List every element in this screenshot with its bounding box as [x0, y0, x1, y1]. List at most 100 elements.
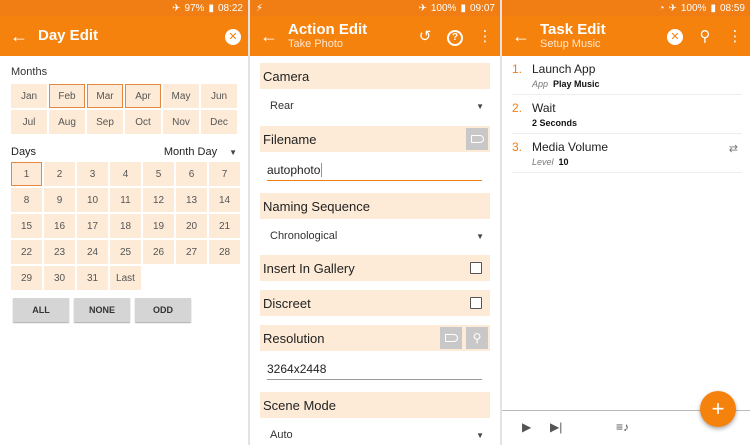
cancel-button[interactable]: ✕ [218, 27, 248, 45]
insert-gallery-label: Insert In Gallery [263, 260, 355, 276]
status-bar: ◔ ✈ 100% ▮ 08:59 [502, 0, 750, 16]
day-toggle[interactable]: 3 [77, 162, 108, 186]
battery-percent: 97% [184, 2, 205, 14]
day-toggle[interactable]: 10 [77, 188, 108, 212]
task-edit-panel: ◔ ✈ 100% ▮ 08:59 ← Task Edit Setup Music… [502, 0, 750, 445]
day-toggle[interactable]: Last [110, 266, 141, 290]
day-toggle[interactable]: 23 [44, 240, 75, 264]
variables-button[interactable] [440, 327, 462, 349]
day-toggle[interactable]: 18 [110, 214, 141, 238]
day-toggle[interactable]: 25 [110, 240, 141, 264]
camera-spinner[interactable]: Rear ▼ [270, 95, 484, 117]
play-icon[interactable]: ▶ [522, 420, 531, 434]
help-button[interactable]: ? [440, 27, 470, 46]
day-toggle[interactable]: 13 [176, 188, 207, 212]
month-toggle[interactable]: Jan [11, 84, 47, 108]
day-toggle[interactable]: 1 [11, 162, 42, 186]
add-button[interactable]: + [700, 391, 736, 427]
months-grid: Jan Feb Mar Apr May Jun Jul Aug Sep Oct Nov Dec [0, 84, 248, 134]
month-toggle[interactable]: Aug [49, 110, 85, 134]
month-toggle[interactable]: May [163, 84, 199, 108]
cancel-button[interactable]: ✕ [660, 27, 690, 45]
month-toggle[interactable]: Feb [49, 84, 85, 108]
playlist-icon[interactable]: ≡♪ [616, 420, 629, 434]
step-icon[interactable]: ▶| [550, 420, 562, 434]
task-item[interactable]: 2. Wait 2 Seconds [512, 95, 742, 134]
months-label: Months [11, 66, 48, 78]
day-toggle[interactable]: 22 [11, 240, 42, 264]
day-toggle[interactable]: 2 [44, 162, 75, 186]
day-toggle[interactable]: 26 [143, 240, 174, 264]
month-toggle[interactable]: Jun [201, 84, 237, 108]
discreet-row[interactable]: Discreet [260, 290, 490, 316]
swap-icon[interactable]: ⇄ [729, 142, 738, 155]
day-toggle[interactable]: 5 [143, 162, 174, 186]
discreet-checkbox[interactable] [470, 297, 482, 309]
day-toggle[interactable]: 20 [176, 214, 207, 238]
variables-button[interactable] [466, 128, 488, 150]
day-toggle[interactable]: 16 [44, 214, 75, 238]
none-button[interactable]: NONE [74, 298, 130, 322]
day-toggle[interactable]: 14 [209, 188, 240, 212]
month-toggle[interactable]: Nov [163, 110, 199, 134]
dropdown-arrow-icon: ▼ [476, 430, 484, 440]
day-toggle[interactable]: 24 [77, 240, 108, 264]
battery-icon: ▮ [460, 2, 466, 14]
day-toggle[interactable]: 21 [209, 214, 240, 238]
day-toggle[interactable]: 9 [44, 188, 75, 212]
odd-button[interactable]: ODD [135, 298, 191, 322]
back-arrow-icon[interactable]: ← [250, 26, 288, 47]
back-arrow-icon[interactable]: ← [0, 26, 38, 47]
day-toggle[interactable]: 31 [77, 266, 108, 290]
day-toggle[interactable]: 7 [209, 162, 240, 186]
insert-gallery-row[interactable]: Insert In Gallery [260, 255, 490, 281]
day-toggle[interactable]: 17 [77, 214, 108, 238]
all-button[interactable]: ALL [13, 298, 69, 322]
month-toggle[interactable]: Dec [201, 110, 237, 134]
search-icon[interactable]: ⚲ [690, 27, 720, 45]
clock: 09:07 [469, 2, 495, 14]
naming-sequence-spinner[interactable]: Chronological ▼ [270, 225, 484, 247]
search-button[interactable]: ⚲ [466, 327, 488, 349]
scene-mode-spinner[interactable]: Auto ▼ [270, 424, 484, 445]
dropdown-arrow-icon[interactable]: ▼ [229, 148, 237, 157]
month-toggle[interactable]: Oct [125, 110, 161, 134]
cancel-icon: ✕ [667, 29, 683, 45]
overflow-menu-icon[interactable]: ⋮ [470, 27, 500, 45]
month-toggle[interactable]: Sep [87, 110, 123, 134]
day-toggle[interactable]: 15 [11, 214, 42, 238]
insert-gallery-checkbox[interactable] [470, 262, 482, 274]
task-item[interactable]: 3. Media Volume Level 10 ⇄ [512, 134, 742, 173]
page-title: Task Edit [540, 20, 606, 38]
month-toggle[interactable]: Jul [11, 110, 47, 134]
day-toggle[interactable]: 30 [44, 266, 75, 290]
task-name: Wait [532, 101, 556, 115]
overflow-menu-icon[interactable]: ⋮ [720, 27, 750, 45]
battery-percent: 100% [680, 2, 707, 14]
day-toggle[interactable]: 11 [110, 188, 141, 212]
month-toggle[interactable]: Mar [87, 84, 123, 108]
filename-input[interactable]: autophoto [267, 159, 482, 181]
app-bar: ← Task Edit Setup Music ✕ ⚲ ⋮ [502, 16, 750, 56]
filename-value: autophoto [267, 163, 321, 177]
day-toggle[interactable]: 4 [110, 162, 141, 186]
day-toggle[interactable]: 12 [143, 188, 174, 212]
day-toggle[interactable]: 19 [143, 214, 174, 238]
day-toggle[interactable]: 28 [209, 240, 240, 264]
search-icon: ⚲ [472, 331, 482, 345]
day-toggle[interactable]: 8 [11, 188, 42, 212]
resolution-input[interactable]: 3264x2448 [267, 358, 482, 380]
task-item[interactable]: 1. Launch App App Play Music [512, 56, 742, 95]
month-toggle[interactable]: Apr [125, 84, 161, 108]
day-toggle[interactable]: 29 [11, 266, 42, 290]
day-toggle[interactable]: 27 [176, 240, 207, 264]
resolution-header: Resolution ⚲ [260, 325, 490, 351]
day-toggle[interactable]: 6 [176, 162, 207, 186]
task-number: 3. [512, 140, 523, 154]
task-list: 1. Launch App App Play Music 2. Wait 2 Se… [502, 56, 750, 173]
back-arrow-icon[interactable]: ← [502, 26, 540, 47]
scene-mode-header: Scene Mode [260, 392, 490, 418]
undo-icon[interactable]: ↺ [410, 27, 440, 45]
task-arg-key: App [532, 79, 549, 89]
day-mode-spinner[interactable]: Month Day [164, 146, 217, 158]
